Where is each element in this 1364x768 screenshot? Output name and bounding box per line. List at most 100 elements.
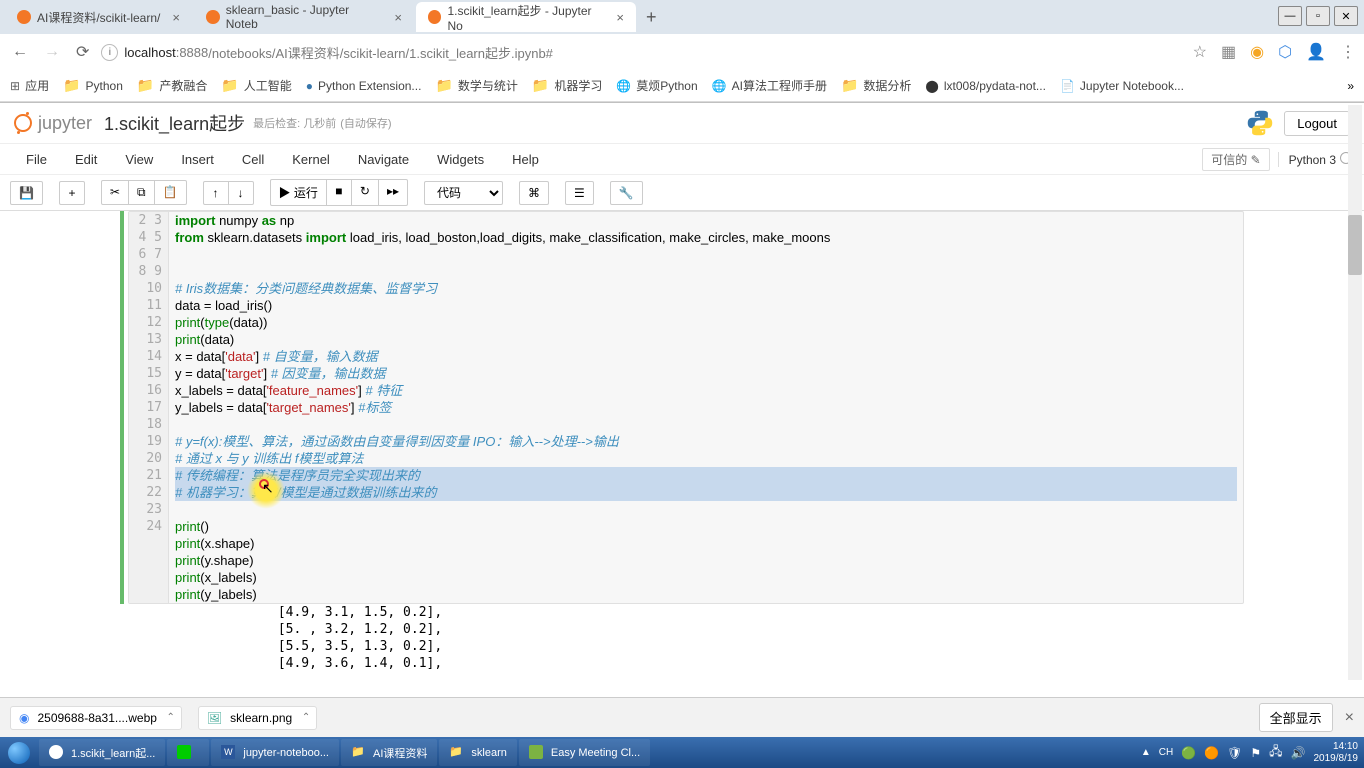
menu-widgets[interactable]: Widgets — [423, 148, 498, 171]
bookmark-item[interactable]: ⬤lxt008/pydata-not... — [925, 79, 1046, 93]
tray-icon[interactable]: ⚑ — [1250, 746, 1261, 760]
code-line[interactable]: print(y_labels) — [175, 586, 1237, 603]
stop-button[interactable]: ■ — [326, 179, 352, 206]
move-down-button[interactable]: ↓ — [228, 181, 254, 205]
scroll-thumb[interactable] — [1348, 215, 1362, 275]
code-line[interactable]: # y=f(x):模型、算法，通过函数由自变量得到因变量 IPO：输入-->处理… — [175, 433, 1237, 450]
bookmark-item[interactable]: 📁数学与统计 — [435, 77, 517, 94]
new-tab-button[interactable]: + — [638, 7, 665, 28]
bookmark-item[interactable]: ⊞应用 — [10, 77, 49, 94]
code-line[interactable]: print(type(data)) — [175, 314, 1237, 331]
bookmark-item[interactable]: 📁数据分析 — [841, 77, 911, 94]
menu-icon[interactable]: ⋮ — [1340, 42, 1356, 62]
code-line[interactable]: y = data['target'] # 因变量，输出数据 — [175, 365, 1237, 382]
code-line[interactable]: import numpy as np — [175, 212, 1237, 229]
tray-icon[interactable]: 🛡 — [1227, 746, 1242, 760]
code-line[interactable]: # 机器学习：算法/模型是通过数据训练出来的 — [175, 484, 1237, 501]
close-icon[interactable]: × — [172, 10, 180, 25]
bookmark-item[interactable]: 📁Python — [63, 77, 123, 94]
network-icon[interactable]: 🖧 — [1269, 742, 1282, 763]
ext-icon[interactable]: ◉ — [1250, 42, 1264, 62]
vertical-scrollbar[interactable] — [1348, 105, 1362, 680]
profile-icon[interactable]: 👤 — [1306, 42, 1326, 62]
code-area[interactable]: import numpy as npfrom sklearn.datasets … — [169, 212, 1243, 603]
code-line[interactable]: from sklearn.datasets import load_iris, … — [175, 229, 1237, 246]
code-line[interactable]: # 传统编程：算法是程序员完全实现出来的 — [175, 467, 1237, 484]
taskbar-item[interactable]: Wjupyter-noteboo... — [211, 739, 339, 766]
menu-cell[interactable]: Cell — [228, 148, 278, 171]
code-line[interactable] — [175, 246, 1237, 263]
menu-edit[interactable]: Edit — [61, 148, 111, 171]
start-button[interactable] — [0, 737, 38, 768]
bookmark-item[interactable]: 🌐AI算法工程师手册 — [712, 77, 827, 94]
menu-navigate[interactable]: Navigate — [344, 148, 423, 171]
browser-tab[interactable]: AI课程资料/scikit-learn/× — [5, 2, 192, 32]
tray-icon[interactable]: 🟢 — [1181, 746, 1196, 760]
close-icon[interactable]: × — [616, 10, 624, 25]
reload-button[interactable]: ⟳ — [72, 38, 93, 66]
taskbar-item[interactable]: 1.scikit_learn起... — [39, 739, 165, 766]
add-cell-button[interactable]: + — [59, 181, 85, 205]
code-line[interactable]: print(y.shape) — [175, 552, 1237, 569]
cell-type-select[interactable]: 代码 — [424, 181, 503, 205]
cell-toolbar-button[interactable]: ☰ — [565, 181, 594, 205]
code-line[interactable] — [175, 416, 1237, 433]
tools-button[interactable]: 🔧 — [610, 181, 643, 205]
code-line[interactable]: data = load_iris() — [175, 297, 1237, 314]
show-all-downloads[interactable]: 全部显示 — [1259, 703, 1333, 732]
back-button[interactable]: ← — [8, 39, 32, 65]
trusted-indicator[interactable]: 可信的 ✎ — [1202, 148, 1269, 171]
site-info-icon[interactable]: i — [101, 44, 118, 61]
close-icon[interactable]: × — [394, 10, 402, 25]
maximize-button[interactable]: ▫ — [1306, 6, 1330, 26]
chevron-icon[interactable]: ⌃ — [302, 712, 310, 723]
menu-help[interactable]: Help — [498, 148, 553, 171]
menu-insert[interactable]: Insert — [167, 148, 228, 171]
clock[interactable]: 14:10 2019/8/19 — [1314, 741, 1359, 765]
notebook-area[interactable]: ↖ 2 3 4 5 6 7 8 9 10 11 12 13 14 15 16 1… — [0, 211, 1364, 676]
code-line[interactable]: # 通过 x 与 y 训练出 f模型或算法 — [175, 450, 1237, 467]
tray-icon[interactable]: 🟠 — [1204, 746, 1219, 760]
restart-button[interactable]: ↻ — [351, 179, 379, 206]
code-line[interactable]: print(x_labels) — [175, 569, 1237, 586]
menu-view[interactable]: View — [111, 148, 167, 171]
bookmark-item[interactable]: ●Python Extension... — [306, 79, 422, 93]
move-up-button[interactable]: ↑ — [203, 181, 229, 205]
command-palette-button[interactable]: ⌘ — [519, 181, 549, 205]
language-indicator[interactable]: CH — [1159, 747, 1173, 758]
code-line[interactable]: x = data['data'] # 自变量，输入数据 — [175, 348, 1237, 365]
paste-button[interactable]: 📋 — [154, 180, 187, 205]
jupyter-logo[interactable]: jupyter — [14, 113, 92, 134]
code-line[interactable]: print(data) — [175, 331, 1237, 348]
code-line[interactable] — [175, 501, 1237, 518]
code-line[interactable]: print(x.shape) — [175, 535, 1237, 552]
bookmark-item[interactable]: 📁人工智能 — [221, 77, 291, 94]
notebook-title[interactable]: 1.scikit_learn起步 — [104, 110, 245, 136]
close-download-bar[interactable]: × — [1345, 709, 1354, 727]
copy-button[interactable]: ⧉ — [128, 180, 155, 205]
logout-button[interactable]: Logout — [1284, 111, 1350, 136]
code-line[interactable]: print() — [175, 518, 1237, 535]
download-item[interactable]: 🖼sklearn.png⌃ — [198, 706, 317, 730]
close-window-button[interactable]: ✕ — [1334, 6, 1358, 26]
minimize-button[interactable]: — — [1278, 6, 1302, 26]
kernel-name[interactable]: Python 3 — [1278, 152, 1352, 167]
browser-tab-active[interactable]: 1.scikit_learn起步 - Jupyter No× — [416, 2, 636, 32]
bookmark-item[interactable]: 📄Jupyter Notebook... — [1060, 79, 1184, 93]
taskbar-item[interactable]: Easy Meeting Cl... — [519, 739, 650, 766]
code-line[interactable]: x_labels = data['feature_names'] # 特征 — [175, 382, 1237, 399]
address-bar[interactable]: i localhost:8888/notebooks/AI课程资料/scikit… — [101, 43, 1184, 62]
download-item[interactable]: ◉2509688-8a31....webp⌃ — [10, 706, 182, 730]
code-line[interactable]: y_labels = data['target_names'] #标签 — [175, 399, 1237, 416]
taskbar-item[interactable]: 📁AI课程资料 — [341, 739, 437, 766]
restart-run-button[interactable]: ▸▸ — [378, 179, 408, 206]
code-line[interactable] — [175, 263, 1237, 280]
bookmark-item[interactable]: 📁产教融合 — [137, 77, 207, 94]
taskbar-item[interactable]: 📁sklearn — [439, 739, 516, 766]
ext-icon[interactable]: ⬡ — [1278, 42, 1292, 62]
cut-button[interactable]: ✂ — [101, 180, 129, 205]
bookmark-item[interactable]: 📁机器学习 — [532, 77, 602, 94]
bookmark-item[interactable]: 🌐莫烦Python — [616, 77, 697, 94]
code-cell[interactable]: 2 3 4 5 6 7 8 9 10 11 12 13 14 15 16 17 … — [128, 211, 1244, 604]
star-icon[interactable]: ☆ — [1193, 42, 1207, 62]
